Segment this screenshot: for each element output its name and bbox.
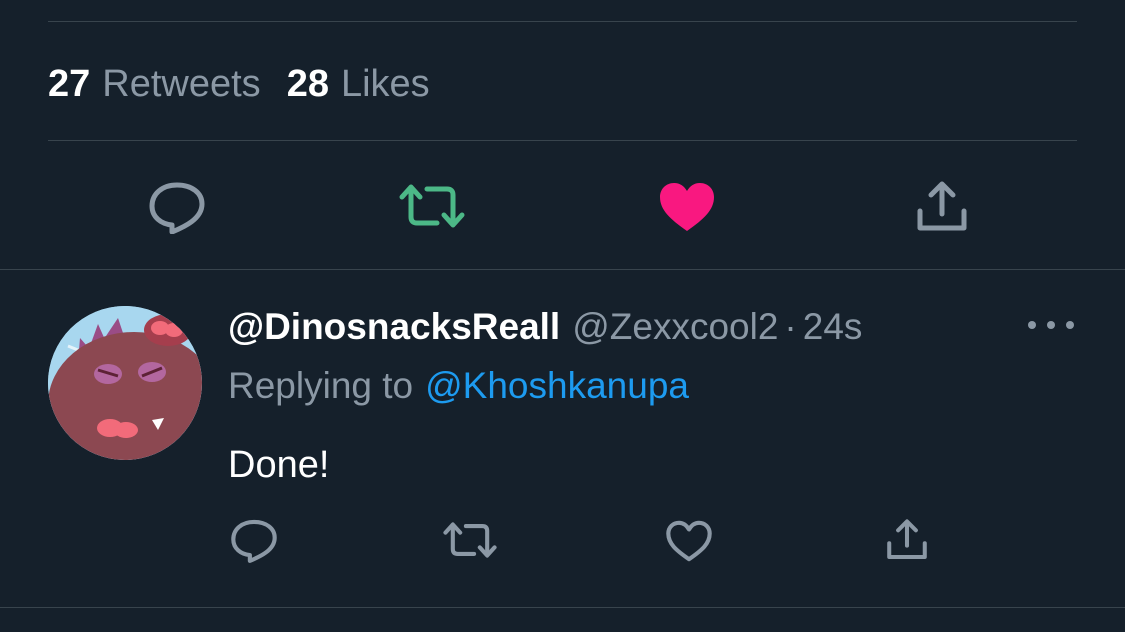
replying-to: Replying to @Khoshkanupa [228, 362, 689, 410]
comment-icon [231, 519, 277, 563]
more-dot-icon [1047, 321, 1055, 329]
reply-share-button[interactable] [884, 518, 930, 562]
retweet-icon [399, 184, 465, 228]
comment-icon [149, 182, 205, 234]
reply-like-button[interactable] [664, 518, 714, 564]
reply-retweet-button[interactable] [442, 520, 498, 560]
reply-header: @DinosnacksReall @Zexxcool2 · 24s [228, 302, 862, 352]
actions-divider [0, 269, 1125, 270]
reply-bottom-divider [0, 607, 1125, 608]
likes-stat[interactable]: 28 Likes [287, 63, 430, 106]
separator-dot: · [784, 306, 797, 347]
reply-text: Done! [228, 443, 330, 486]
like-button[interactable] [657, 180, 717, 234]
likes-label: Likes [340, 62, 430, 105]
share-icon [917, 181, 967, 231]
reply-button[interactable] [147, 180, 207, 236]
user-handle[interactable]: @Zexxcool2 [572, 306, 778, 348]
dinosaur-avatar [48, 306, 202, 460]
display-name[interactable]: @DinosnacksReall [228, 306, 560, 348]
likes-count: 28 [286, 62, 329, 105]
retweets-stat[interactable]: 27 Retweets [48, 63, 261, 106]
reply-reply-button[interactable] [229, 517, 279, 565]
heart-outline-icon [666, 520, 712, 562]
avatar[interactable] [48, 306, 202, 460]
retweets-label: Retweets [102, 62, 261, 105]
timestamp[interactable]: 24s [803, 306, 863, 348]
replying-prefix: Replying to [228, 365, 414, 406]
retweets-count: 27 [48, 62, 91, 105]
heart-icon [660, 183, 714, 231]
replying-mention-link[interactable]: @Khoshkanupa [425, 365, 689, 407]
top-divider [48, 21, 1077, 22]
tweet-stats: 27 Retweets 28 Likes [48, 56, 456, 112]
more-dot-icon [1028, 321, 1036, 329]
share-button[interactable] [914, 180, 970, 234]
share-icon [887, 519, 927, 559]
retweet-button[interactable] [398, 182, 466, 230]
stats-divider [48, 140, 1077, 141]
retweet-icon [443, 522, 497, 558]
more-options-button[interactable] [1028, 312, 1074, 338]
more-dot-icon [1066, 321, 1074, 329]
